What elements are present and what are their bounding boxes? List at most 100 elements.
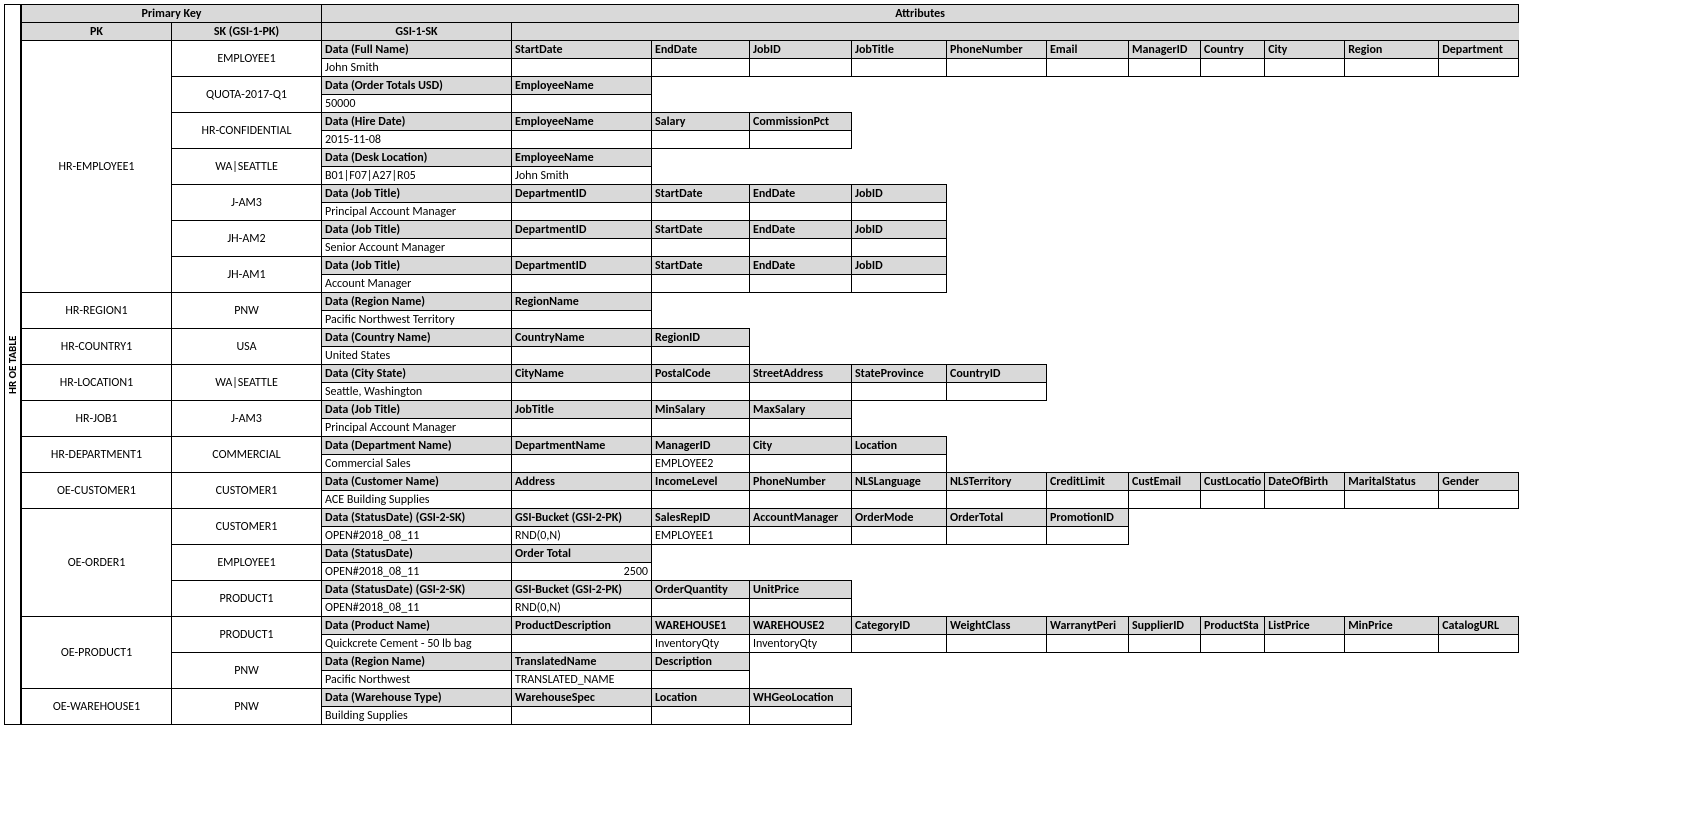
sk-cell: J-AM3 xyxy=(172,185,322,221)
attr-header-cell: CityName xyxy=(512,365,652,383)
attr-header-cell: Data (Job Title) xyxy=(322,221,512,239)
attr-value-cell: InventoryQty xyxy=(750,635,852,653)
attr-value-cell xyxy=(1265,491,1345,509)
attr-value-cell xyxy=(512,707,652,725)
sk-cell: HR-CONFIDENTIAL xyxy=(172,113,322,149)
attr-value-cell xyxy=(852,239,947,257)
attr-value-cell xyxy=(512,491,652,509)
attr-header-cell: RegionID xyxy=(652,329,750,347)
attr-header-cell: DepartmentID xyxy=(512,221,652,239)
attr-header-cell: Data (Hire Date) xyxy=(322,113,512,131)
attr-value-cell xyxy=(852,275,947,293)
attr-header-cell: PhoneNumber xyxy=(750,473,852,491)
attr-value-cell xyxy=(1439,635,1519,653)
attr-value-cell xyxy=(652,419,750,437)
attr-header-cell: EmployeeName xyxy=(512,77,652,95)
attr-value-cell xyxy=(512,419,652,437)
attr-value-cell xyxy=(750,239,852,257)
attr-header-cell: Data (Region Name) xyxy=(322,293,512,311)
attr-header-cell: JobID xyxy=(852,221,947,239)
attr-value-cell xyxy=(512,275,652,293)
attr-header-cell: JobID xyxy=(852,185,947,203)
attr-value-cell: InventoryQty xyxy=(652,635,750,653)
sk-cell: PRODUCT1 xyxy=(172,581,322,617)
attr-header-cell: EndDate xyxy=(652,41,750,59)
attr-value-cell xyxy=(852,527,947,545)
attr-value-cell xyxy=(652,347,750,365)
attr-value-cell: John Smith xyxy=(512,167,652,185)
attr-header-cell: WeightClass xyxy=(947,617,1047,635)
attr-value-cell xyxy=(1129,635,1201,653)
attr-value-cell xyxy=(852,59,947,77)
attr-value-cell xyxy=(1201,635,1265,653)
attr-header-cell: JobID xyxy=(750,41,852,59)
attr-value-cell: Building Supplies xyxy=(322,707,512,725)
attr-value-cell xyxy=(750,455,852,473)
attr-header-cell: CreditLimit xyxy=(1047,473,1129,491)
attr-header-cell: Region xyxy=(1345,41,1439,59)
attr-header-cell: DepartmentID xyxy=(512,185,652,203)
attr-value-cell: OPEN#2018_08_11 xyxy=(322,527,512,545)
sk-cell: QUOTA-2017-Q1 xyxy=(172,77,322,113)
attr-header-cell: EmployeeName xyxy=(512,113,652,131)
pk-cell: HR-JOB1 xyxy=(22,401,172,437)
attr-value-cell xyxy=(1047,635,1129,653)
attr-header-cell: DepartmentID xyxy=(512,257,652,275)
attr-header-cell: Data (Job Title) xyxy=(322,401,512,419)
attr-header-cell: MaritalStatus xyxy=(1345,473,1439,491)
attr-header-cell: Location xyxy=(852,437,947,455)
sk-header: SK (GSI-1-PK) xyxy=(172,23,322,41)
pk-cell: HR-LOCATION1 xyxy=(22,365,172,401)
attr-value-cell xyxy=(1265,59,1345,77)
attr-header-cell: EndDate xyxy=(750,221,852,239)
attr-header-cell: Department xyxy=(1439,41,1519,59)
attr-header-cell: ProductDescription xyxy=(512,617,652,635)
attr-header-cell: Data (Warehouse Type) xyxy=(322,689,512,707)
attr-value-cell xyxy=(1047,491,1129,509)
attr-header-cell: City xyxy=(1265,41,1345,59)
attr-value-cell: Quickcrete Cement - 50 lb bag xyxy=(322,635,512,653)
attr-value-cell xyxy=(512,383,652,401)
attr-value-cell: Account Manager xyxy=(322,275,512,293)
attr-header-cell: EndDate xyxy=(750,185,852,203)
attr-header-cell: CountryName xyxy=(512,329,652,347)
sk-cell: J-AM3 xyxy=(172,401,322,437)
attr-value-cell: 2500 xyxy=(512,563,652,581)
attr-header-cell: RegionName xyxy=(512,293,652,311)
attr-header-cell: Data (StatusDate) xyxy=(322,545,512,563)
attr-header-cell: Country xyxy=(1201,41,1265,59)
sk-cell: CUSTOMER1 xyxy=(172,509,322,545)
sk-cell: CUSTOMER1 xyxy=(172,473,322,509)
attr-value-cell xyxy=(512,311,652,329)
attr-header-cell: CustLocatio xyxy=(1201,473,1265,491)
attr-value-cell xyxy=(750,491,852,509)
attr-header-cell: CategoryID xyxy=(852,617,947,635)
attr-value-cell: B01|F07|A27|R05 xyxy=(322,167,512,185)
pk-cell: HR-DEPARTMENT1 xyxy=(22,437,172,473)
attributes-group-header: Attributes xyxy=(322,5,1519,23)
attr-value-cell xyxy=(947,383,1047,401)
attr-value-cell xyxy=(1129,59,1201,77)
attr-header-cell: NLSLanguage xyxy=(852,473,947,491)
attr-value-cell xyxy=(512,95,652,113)
attr-value-cell xyxy=(1265,635,1345,653)
attr-header-cell: EmployeeName xyxy=(512,149,652,167)
attr-value-cell: TRANSLATED_NAME xyxy=(512,671,652,689)
sk-cell: WA|SEATTLE xyxy=(172,149,322,185)
attr-value-cell xyxy=(750,599,852,617)
attr-header-cell: StartDate xyxy=(652,257,750,275)
attr-value-cell xyxy=(1201,59,1265,77)
pk-cell: HR-REGION1 xyxy=(22,293,172,329)
attr-value-cell xyxy=(652,707,750,725)
primary-key-group-header: Primary Key xyxy=(22,5,322,23)
attr-value-cell xyxy=(1345,59,1439,77)
sk-cell: COMMERCIAL xyxy=(172,437,322,473)
attr-value-cell xyxy=(750,419,852,437)
attr-value-cell xyxy=(852,491,947,509)
attr-value-cell xyxy=(750,203,852,221)
attr-value-cell xyxy=(512,59,652,77)
attr-header-cell: GSI-Bucket (GSI-2-PK) xyxy=(512,581,652,599)
attr-value-cell xyxy=(852,203,947,221)
attr-value-cell xyxy=(1047,527,1129,545)
attr-header-cell: ListPrice xyxy=(1265,617,1345,635)
